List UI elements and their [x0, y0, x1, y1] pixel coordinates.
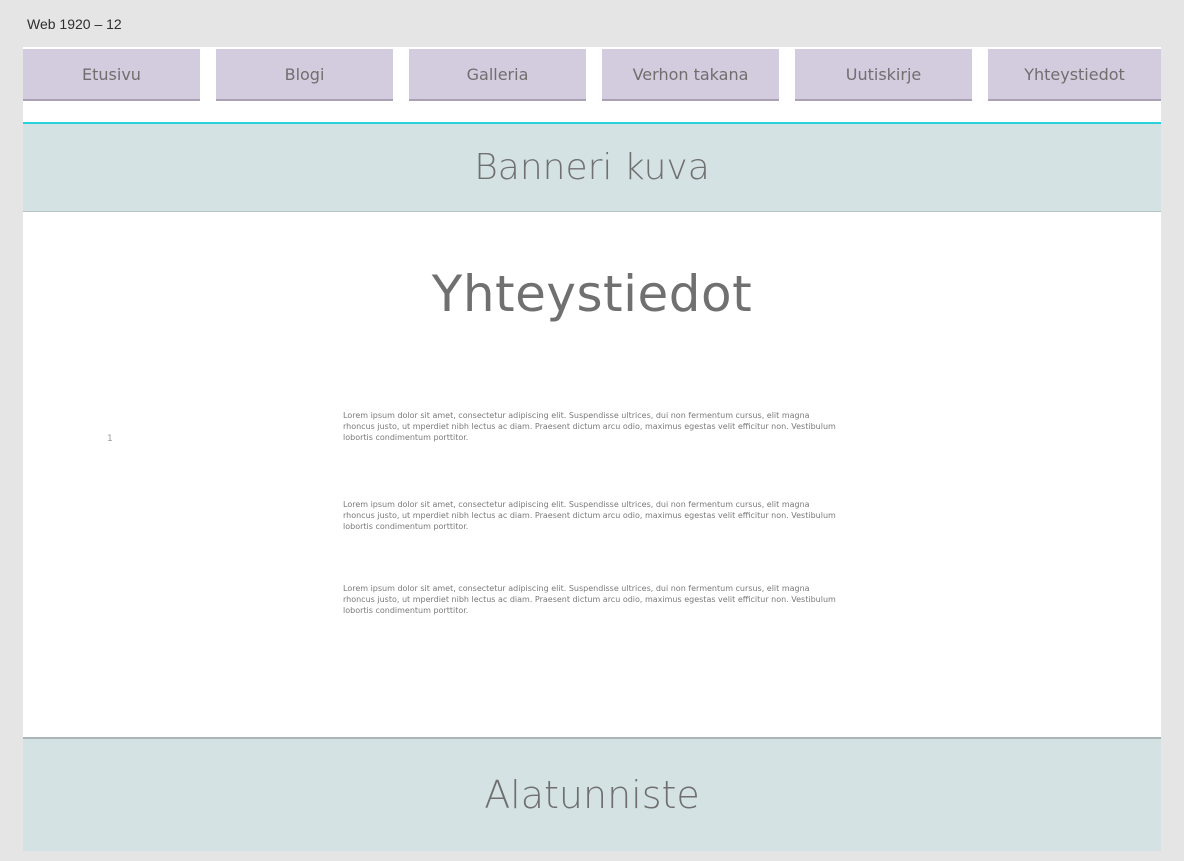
nav-item-uutiskirje[interactable]: Uutiskirje	[795, 49, 972, 101]
banner-text: Banneri kuva	[474, 147, 710, 188]
artboard: Etusivu Blogi Galleria Verhon takana Uut…	[23, 47, 1161, 851]
nav-item-verhon-takana[interactable]: Verhon takana	[602, 49, 779, 101]
nav-item-galleria[interactable]: Galleria	[409, 49, 586, 101]
nav-item-yhteystiedot[interactable]: Yhteystiedot	[988, 49, 1161, 101]
footer-section: Alatunniste	[23, 737, 1161, 851]
nav-item-blogi[interactable]: Blogi	[216, 49, 393, 101]
side-number: 1	[107, 434, 113, 444]
artboard-label: Web 1920 – 12	[27, 16, 122, 32]
body-paragraph-1: Lorem ipsum dolor sit amet, consectetur …	[343, 411, 836, 443]
page-title: Yhteystiedot	[431, 265, 753, 323]
nav-item-etusivu[interactable]: Etusivu	[23, 49, 200, 101]
banner-section: Banneri kuva	[23, 122, 1161, 212]
footer-text: Alatunniste	[484, 773, 700, 817]
body-paragraph-2: Lorem ipsum dolor sit amet, consectetur …	[343, 500, 836, 532]
main-navigation: Etusivu Blogi Galleria Verhon takana Uut…	[23, 47, 1161, 103]
body-paragraph-3: Lorem ipsum dolor sit amet, consectetur …	[343, 584, 836, 616]
